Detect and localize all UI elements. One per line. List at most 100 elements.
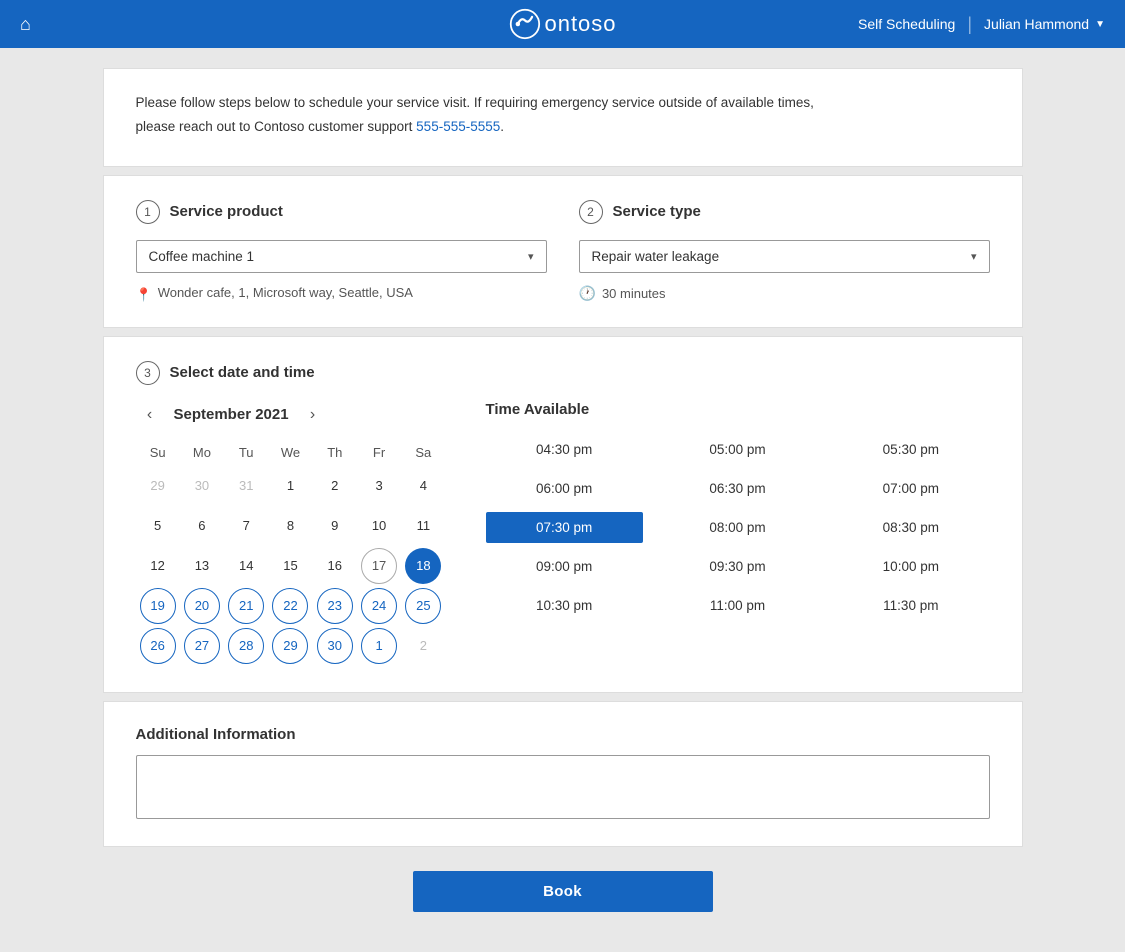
user-name: Julian Hammond	[984, 16, 1089, 32]
address-row: 📍 Wonder cafe, 1, Microsoft way, Seattle…	[136, 285, 547, 303]
service-product-dropdown[interactable]: Coffee machine 1 ▾	[136, 240, 547, 273]
calendar-day[interactable]: 17	[361, 548, 397, 584]
service-type-dropdown[interactable]: Repair water leakage ▾	[579, 240, 990, 273]
calendar-day[interactable]: 30	[317, 628, 353, 664]
step3-title: Select date and time	[170, 364, 315, 381]
user-caret-icon: ▼	[1095, 19, 1105, 30]
calendar-weeks: 2930311234567891011121314151617181920212…	[136, 468, 446, 664]
service-card: 1 Service product Coffee machine 1 ▾ 📍 W…	[103, 175, 1023, 328]
calendar-day[interactable]: 1	[361, 628, 397, 664]
calendar-day[interactable]: 6	[184, 508, 220, 544]
additional-info-input[interactable]	[136, 755, 990, 819]
step2-number: 2	[587, 205, 594, 219]
calendar-day[interactable]: 12	[140, 548, 176, 584]
service-columns: 1 Service product Coffee machine 1 ▾ 📍 W…	[136, 200, 990, 303]
service-product-value: Coffee machine 1	[149, 249, 255, 264]
step1-title: Service product	[170, 203, 283, 220]
time-slot[interactable]: 10:30 pm	[486, 590, 643, 621]
day-header-su: Su	[136, 441, 180, 464]
calendar-day: 29	[140, 468, 176, 504]
calendar-day[interactable]: 28	[228, 628, 264, 664]
calendar-day[interactable]: 13	[184, 548, 220, 584]
logo-text: ontoso	[544, 11, 616, 37]
header-divider: |	[967, 14, 972, 35]
time-slot[interactable]: 09:30 pm	[659, 551, 816, 582]
logo: ontoso	[508, 8, 616, 40]
service-type-caret-icon: ▾	[971, 250, 977, 263]
calendar-day[interactable]: 16	[317, 548, 353, 584]
time-slot[interactable]: 07:30 pm	[486, 512, 643, 543]
calendar-month: September 2021	[174, 406, 289, 423]
calendar-left: ‹ September 2021 › Su Mo Tu We Th Fr Sa	[136, 401, 446, 668]
time-slot[interactable]: 08:00 pm	[659, 512, 816, 543]
time-slot[interactable]: 10:00 pm	[832, 551, 989, 582]
calendar-day[interactable]: 2	[317, 468, 353, 504]
calendar-day: 30	[184, 468, 220, 504]
header: ⌂ ontoso Self Scheduling | Julian Hammon…	[0, 0, 1125, 48]
step1-number: 1	[144, 205, 151, 219]
book-button[interactable]: Book	[413, 871, 713, 912]
time-slot[interactable]: 05:30 pm	[832, 434, 989, 465]
calendar-day[interactable]: 26	[140, 628, 176, 664]
time-slot[interactable]: 06:00 pm	[486, 473, 643, 504]
step1-circle: 1	[136, 200, 160, 224]
time-slot[interactable]: 04:30 pm	[486, 434, 643, 465]
time-slot[interactable]: 06:30 pm	[659, 473, 816, 504]
calendar-day[interactable]: 22	[272, 588, 308, 624]
self-scheduling-label: Self Scheduling	[858, 16, 955, 32]
time-slot[interactable]: 09:00 pm	[486, 551, 643, 582]
calendar-header: Su Mo Tu We Th Fr Sa	[136, 441, 446, 464]
step2-col: 2 Service type Repair water leakage ▾ 🕐 …	[579, 200, 990, 303]
pin-icon: 📍	[136, 287, 152, 303]
calendar-day[interactable]: 18	[405, 548, 441, 584]
calendar-day[interactable]: 25	[405, 588, 441, 624]
calendar-day[interactable]: 14	[228, 548, 264, 584]
day-header-fr: Fr	[357, 441, 401, 464]
calendar-right: Time Available 04:30 pm05:00 pm05:30 pm0…	[486, 401, 990, 668]
time-slot[interactable]: 05:00 pm	[659, 434, 816, 465]
calendar-day[interactable]: 29	[272, 628, 308, 664]
step2-header: 2 Service type	[579, 200, 990, 224]
page-wrapper: Please follow steps below to schedule yo…	[0, 48, 1125, 952]
clock-icon: 🕐	[579, 285, 596, 302]
calendar-day[interactable]: 21	[228, 588, 264, 624]
intro-text-2-part: please reach out to Contoso customer sup…	[136, 119, 417, 134]
calendar-day[interactable]: 5	[140, 508, 176, 544]
book-btn-wrapper: Book	[103, 871, 1023, 912]
home-icon[interactable]: ⌂	[20, 14, 31, 35]
day-header-we: We	[268, 441, 312, 464]
calendar-day[interactable]: 19	[140, 588, 176, 624]
calendar-day[interactable]: 4	[405, 468, 441, 504]
calendar-day[interactable]: 24	[361, 588, 397, 624]
day-header-mo: Mo	[180, 441, 224, 464]
service-product-caret-icon: ▾	[528, 250, 534, 263]
day-header-tu: Tu	[224, 441, 268, 464]
user-menu[interactable]: Julian Hammond ▼	[984, 16, 1105, 32]
phone-link[interactable]: 555-555-5555	[416, 119, 500, 134]
calendar-day[interactable]: 23	[317, 588, 353, 624]
time-slot[interactable]: 11:00 pm	[659, 590, 816, 621]
duration-text: 30 minutes	[602, 286, 666, 301]
time-slot[interactable]: 07:00 pm	[832, 473, 989, 504]
calendar-day[interactable]: 7	[228, 508, 264, 544]
calendar-week-1: 567891011	[136, 508, 446, 544]
calendar-day[interactable]: 1	[272, 468, 308, 504]
prev-month-button[interactable]: ‹	[136, 401, 164, 429]
time-slot[interactable]: 08:30 pm	[832, 512, 989, 543]
calendar-day[interactable]: 8	[272, 508, 308, 544]
calendar-day[interactable]: 10	[361, 508, 397, 544]
intro-card: Please follow steps below to schedule yo…	[103, 68, 1023, 167]
calendar-day[interactable]: 11	[405, 508, 441, 544]
next-month-button[interactable]: ›	[299, 401, 327, 429]
calendar-day[interactable]: 9	[317, 508, 353, 544]
time-slot[interactable]: 11:30 pm	[832, 590, 989, 621]
intro-text-1: Please follow steps below to schedule yo…	[136, 93, 990, 113]
calendar-day[interactable]: 15	[272, 548, 308, 584]
intro-suffix: .	[500, 119, 504, 134]
calendar-day[interactable]: 3	[361, 468, 397, 504]
calendar-day[interactable]: 20	[184, 588, 220, 624]
calendar-day[interactable]: 27	[184, 628, 220, 664]
address-text: Wonder cafe, 1, Microsoft way, Seattle, …	[158, 285, 413, 300]
datetime-card: 3 Select date and time ‹ September 2021 …	[103, 336, 1023, 693]
calendar-nav: ‹ September 2021 ›	[136, 401, 446, 429]
